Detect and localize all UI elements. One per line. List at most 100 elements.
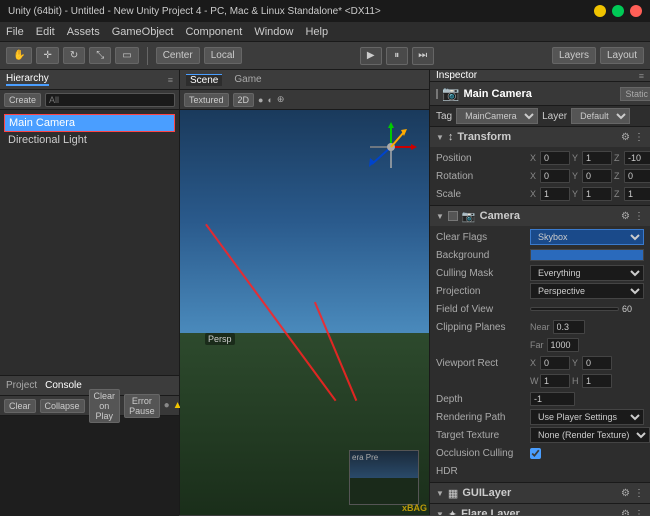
console-clearonplay-button[interactable]: Clear on Play <box>89 389 121 423</box>
hierarchy-search-input[interactable] <box>45 93 175 107</box>
toolbar-sep-1 <box>147 47 148 65</box>
hierarchy-create-button[interactable]: Create <box>4 93 41 107</box>
rect-tool-button[interactable]: ▭ <box>115 47 138 64</box>
object-enable-checkbox[interactable] <box>436 89 438 99</box>
transform-gear-icon[interactable]: ⚙ <box>621 132 630 143</box>
inspector-tab-label[interactable]: Inspector <box>436 70 477 81</box>
menu-window[interactable]: Window <box>254 26 293 38</box>
near-input[interactable] <box>553 320 585 334</box>
flarelayer-gear-icon[interactable]: ⚙ <box>621 509 630 516</box>
occlusion-row: Occlusion Culling <box>436 444 644 462</box>
camera-icon: 📷 <box>462 210 476 223</box>
step-button[interactable]: ⏭ <box>412 47 434 65</box>
scene-tab[interactable]: Scene <box>186 74 222 86</box>
menu-file[interactable]: File <box>6 26 24 38</box>
renderingpath-dropdown[interactable]: Use Player Settings <box>530 409 644 425</box>
play-button[interactable]: ▶ <box>360 47 382 65</box>
console-collapse-button[interactable]: Collapse <box>40 399 85 413</box>
console-errorpause-button[interactable]: Error Pause <box>124 394 160 418</box>
viewport-w-input[interactable] <box>540 374 570 388</box>
projection-dropdown[interactable]: Perspective <box>530 283 644 299</box>
camera-body: Clear Flags Skybox Background Culling Ma… <box>430 226 650 482</box>
clipping-far-row: Far <box>436 336 644 354</box>
background-row: Background <box>436 246 644 264</box>
rotation-row: Rotation X Y Z <box>436 167 644 185</box>
hierarchy-list: Main Camera Directional Light <box>0 110 179 375</box>
scene-textured-button[interactable]: Textured <box>184 93 229 107</box>
static-button[interactable]: Static <box>620 87 650 101</box>
rotate-tool-button[interactable]: ↻ <box>63 47 85 64</box>
far-input[interactable] <box>547 338 579 352</box>
camera-dots-icon[interactable]: ⋮ <box>634 211 644 222</box>
hierarchy-item-directional-light[interactable]: Directional Light <box>4 132 175 148</box>
inspector-header: Inspector ≡ <box>430 70 650 82</box>
viewport-x-input[interactable] <box>540 356 570 370</box>
camera-preview-label: era Pre <box>352 453 378 462</box>
scale-tool-button[interactable]: ⤡ <box>89 47 111 64</box>
local-button[interactable]: Local <box>204 47 242 64</box>
scene-toolbar: Textured 2D ● ◐ ⊕ <box>180 90 429 110</box>
hdr-label: HDR <box>436 466 526 477</box>
layer-dropdown[interactable]: Default <box>571 108 630 124</box>
guilayer-gear-icon[interactable]: ⚙ <box>621 488 630 499</box>
rotation-x-input[interactable] <box>540 169 570 183</box>
position-y-input[interactable] <box>582 151 612 165</box>
targettexture-row: Target Texture None (Render Texture) <box>436 426 644 444</box>
targettexture-dropdown[interactable]: None (Render Texture) <box>530 427 650 443</box>
position-x-input[interactable] <box>540 151 570 165</box>
occlusion-checkbox[interactable] <box>530 448 541 459</box>
move-tool-button[interactable]: ✛ <box>36 47 58 64</box>
menu-component[interactable]: Component <box>185 26 242 38</box>
hand-tool-button[interactable]: ✋ <box>6 47 32 64</box>
transform-icon: ↕ <box>448 131 454 143</box>
clearflags-dropdown[interactable]: Skybox <box>530 229 644 245</box>
viewport-h-input[interactable] <box>582 374 612 388</box>
scale-y-input[interactable] <box>582 187 612 201</box>
menu-help[interactable]: Help <box>305 26 328 38</box>
clipping-label: Clipping Planes <box>436 322 526 333</box>
game-tab[interactable]: Game <box>230 74 265 85</box>
scene-2d-button[interactable]: 2D <box>233 93 255 107</box>
menu-gameobject[interactable]: GameObject <box>112 26 174 38</box>
cullingmask-dropdown[interactable]: Everything <box>530 265 644 281</box>
center-button[interactable]: Center <box>156 47 200 64</box>
background-color-swatch[interactable] <box>530 249 644 261</box>
camera-gear-icon[interactable]: ⚙ <box>621 211 630 222</box>
minimize-button[interactable] <box>594 5 606 17</box>
menu-assets[interactable]: Assets <box>67 26 100 38</box>
renderingpath-row: Rendering Path Use Player Settings <box>436 408 644 426</box>
pause-button[interactable]: ⏸ <box>386 47 408 65</box>
tab-project[interactable]: Project <box>6 380 37 391</box>
flarelayer-dots-icon[interactable]: ⋮ <box>634 509 644 516</box>
layout-dropdown[interactable]: Layout <box>600 47 644 64</box>
hierarchy-item-main-camera[interactable]: Main Camera <box>4 114 175 132</box>
close-button[interactable] <box>630 5 642 17</box>
layers-dropdown[interactable]: Layers <box>552 47 596 64</box>
camera-header[interactable]: ▼ 📷 Camera ⚙ ⋮ <box>430 206 650 226</box>
maximize-button[interactable] <box>612 5 624 17</box>
guilayer-dots-icon[interactable]: ⋮ <box>634 488 644 499</box>
hierarchy-tab[interactable]: Hierarchy <box>6 73 49 86</box>
object-name-input[interactable] <box>463 88 616 100</box>
camera-enable-checkbox[interactable] <box>448 211 458 221</box>
scale-z-input[interactable] <box>624 187 650 201</box>
console-clear-button[interactable]: Clear <box>4 399 36 413</box>
tag-dropdown[interactable]: MainCamera <box>456 108 538 124</box>
rotation-y-input[interactable] <box>582 169 612 183</box>
guilayer-header[interactable]: ▼ ▦ GUILayer ⚙ ⋮ <box>430 483 650 503</box>
scene-fx-icon: ⊕ <box>277 94 285 105</box>
menu-edit[interactable]: Edit <box>36 26 55 38</box>
position-z-input[interactable] <box>624 151 650 165</box>
viewport-y-input[interactable] <box>582 356 612 370</box>
occlusion-label: Occlusion Culling <box>436 448 526 459</box>
scale-x-input[interactable] <box>540 187 570 201</box>
flarelayer-header[interactable]: ▼ ✦ Flare Layer ⚙ ⋮ <box>430 504 650 515</box>
transform-dots-icon[interactable]: ⋮ <box>634 132 644 143</box>
transform-header[interactable]: ▼ ↕ Transform ⚙ ⋮ <box>430 127 650 147</box>
cullingmask-row: Culling Mask Everything <box>436 264 644 282</box>
rotation-z-input[interactable] <box>624 169 650 183</box>
depth-input[interactable] <box>530 392 575 406</box>
scene-viewport[interactable]: Persp era Pre xBAG <box>180 110 429 515</box>
menu-bar: File Edit Assets GameObject Component Wi… <box>0 22 650 42</box>
tab-console[interactable]: Console <box>45 380 82 391</box>
